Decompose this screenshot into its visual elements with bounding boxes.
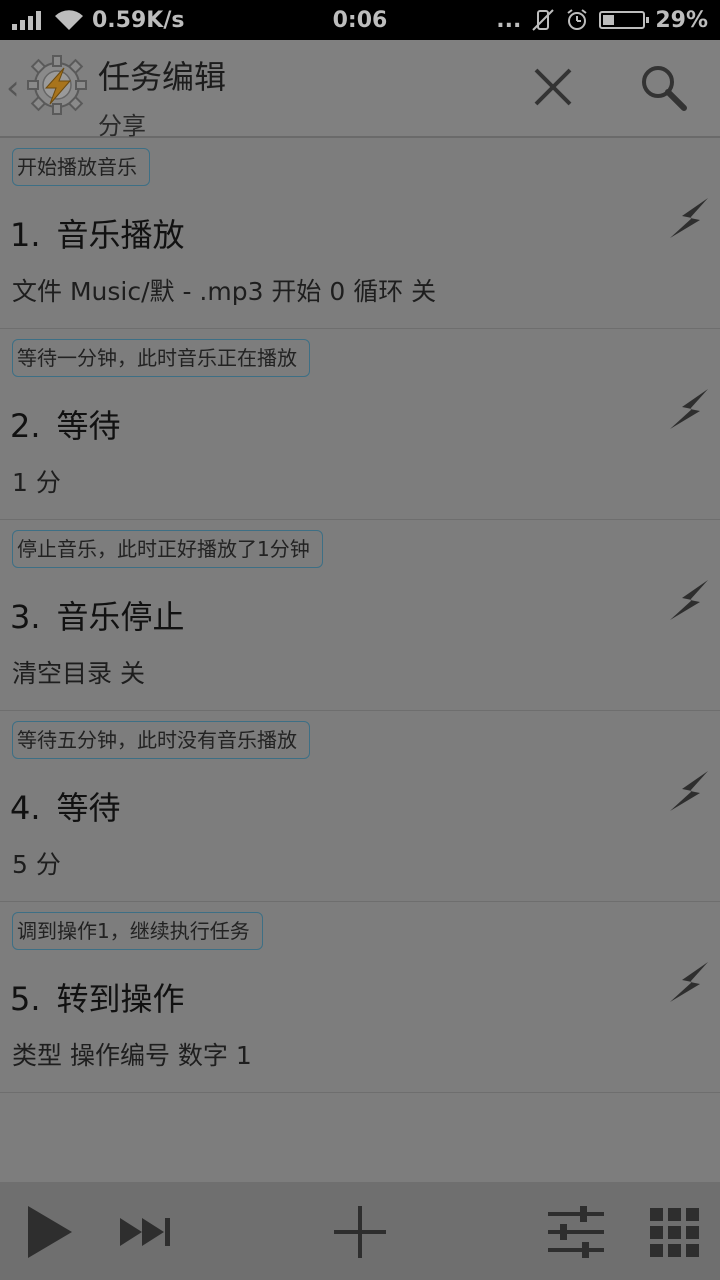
action-detail: 清空目录 关 [12, 659, 145, 688]
bolt-icon[interactable] [668, 578, 712, 622]
battery-fill [603, 15, 615, 25]
action-number: 4. [10, 789, 41, 827]
action-title: 1. 音乐播放 [10, 210, 185, 256]
bolt-icon[interactable] [668, 960, 712, 1004]
action-item[interactable]: 开始播放音乐 1. 音乐播放 文件 Music/默 - .mp3 开始 0 循环 … [0, 138, 720, 329]
action-title: 4. 等待 [10, 783, 121, 829]
skip-forward-icon[interactable] [116, 1202, 176, 1262]
alarm-icon [567, 9, 587, 30]
sliders-icon[interactable] [546, 1202, 606, 1262]
bolt-icon[interactable] [668, 196, 712, 240]
action-item[interactable]: 调到操作1，继续执行任务 5. 转到操作 类型 操作编号 数字 1 [0, 902, 720, 1093]
action-label[interactable]: 等待一分钟，此时音乐正在播放 [12, 339, 310, 377]
back-chevron-icon[interactable]: ‹ [6, 68, 20, 108]
action-name: 音乐停止 [56, 598, 185, 636]
plus-icon[interactable] [330, 1202, 390, 1262]
page-title: 任务编辑 [98, 58, 227, 96]
action-number: 1. [10, 216, 41, 254]
action-list: 开始播放音乐 1. 音乐播放 文件 Music/默 - .mp3 开始 0 循环 … [0, 138, 720, 1093]
action-item[interactable]: 停止音乐，此时正好播放了1分钟 3. 音乐停止 清空目录 关 [0, 520, 720, 711]
action-label[interactable]: 调到操作1，继续执行任务 [12, 912, 263, 950]
action-label[interactable]: 停止音乐，此时正好播放了1分钟 [12, 530, 323, 568]
action-label[interactable]: 开始播放音乐 [12, 148, 150, 186]
action-title: 2. 等待 [10, 401, 121, 447]
bottom-toolbar [0, 1182, 720, 1280]
action-item[interactable]: 等待一分钟，此时音乐正在播放 2. 等待 1 分 [0, 329, 720, 520]
vibrate-off-icon [532, 9, 555, 31]
wifi-icon [55, 10, 83, 31]
play-icon[interactable] [20, 1202, 80, 1262]
status-left: 0.59K/s [12, 8, 184, 33]
bolt-icon[interactable] [668, 769, 712, 813]
action-label[interactable]: 等待五分钟，此时没有音乐播放 [12, 721, 310, 759]
network-speed: 0.59K/s [92, 7, 185, 33]
page-subtitle: 分享 [98, 112, 146, 140]
status-right: ... 29% [496, 8, 708, 33]
action-detail: 1 分 [12, 468, 61, 497]
status-bar: 0.59K/s 0:06 ... 29% [0, 0, 720, 40]
action-name: 转到操作 [56, 980, 185, 1018]
action-bar: ‹ 任务编辑 分享 [0, 40, 720, 140]
action-number: 5. [10, 980, 41, 1018]
action-detail: 类型 操作编号 数字 1 [12, 1041, 252, 1070]
action-number: 2. [10, 407, 41, 445]
battery-icon [599, 11, 650, 29]
action-detail: 5 分 [12, 850, 61, 879]
action-detail: 文件 Music/默 - .mp3 开始 0 循环 关 [12, 277, 437, 306]
bolt-icon[interactable] [668, 387, 712, 431]
action-name: 音乐播放 [56, 216, 185, 254]
action-name: 等待 [56, 789, 121, 827]
action-item[interactable]: 等待五分钟，此时没有音乐播放 4. 等待 5 分 [0, 711, 720, 902]
action-number: 3. [10, 598, 41, 636]
grid-icon[interactable] [644, 1202, 704, 1262]
more-dots: ... [496, 7, 522, 33]
close-icon[interactable] [528, 62, 578, 112]
battery-percent: 29% [655, 7, 708, 33]
signal-icon [12, 11, 41, 30]
search-icon[interactable] [638, 62, 688, 112]
action-title: 5. 转到操作 [10, 974, 185, 1020]
tasker-gear-bolt-icon[interactable] [26, 54, 88, 116]
action-title: 3. 音乐停止 [10, 592, 185, 638]
action-name: 等待 [56, 407, 121, 445]
